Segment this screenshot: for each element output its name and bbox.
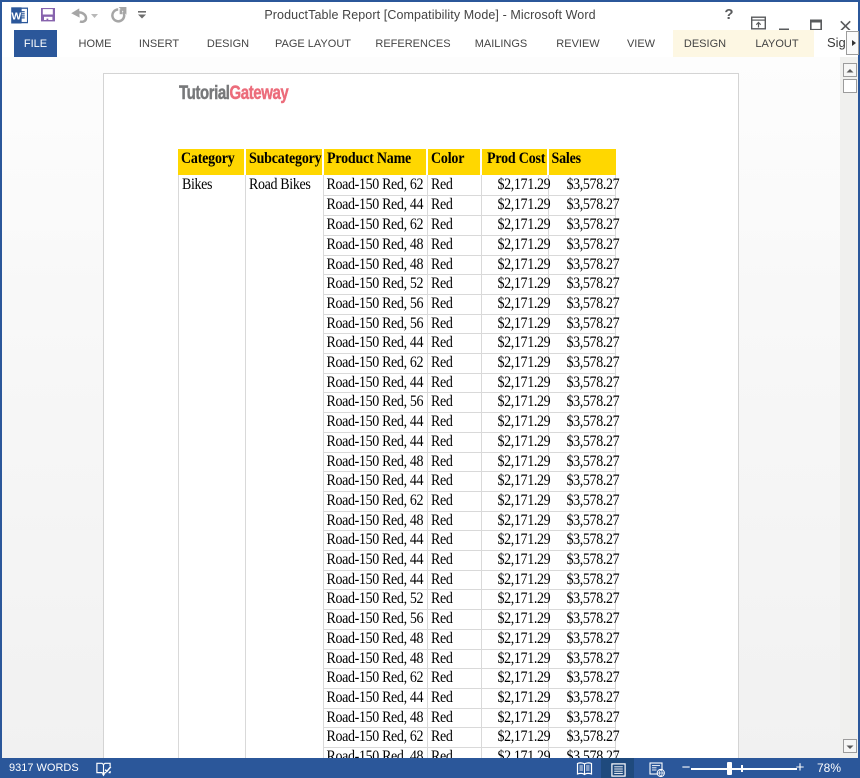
svg-text:W: W xyxy=(11,10,21,22)
